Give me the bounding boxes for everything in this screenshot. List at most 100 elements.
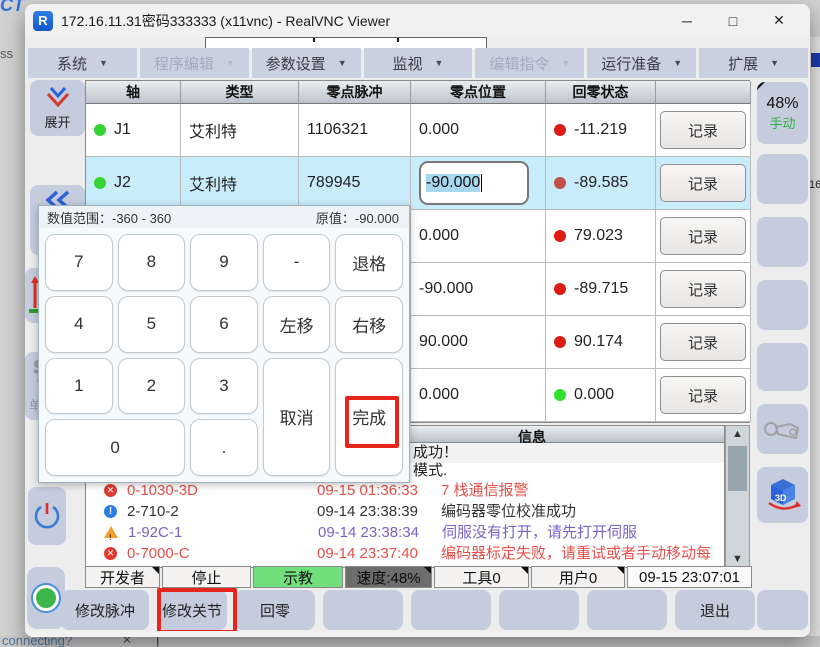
key-3[interactable]: 3 (190, 358, 258, 415)
key-9[interactable]: 9 (190, 234, 258, 291)
joystick-button[interactable] (757, 404, 808, 454)
cancel-button[interactable]: 取消 (263, 358, 331, 477)
empty-button[interactable] (757, 590, 808, 630)
scrollbar-thumb[interactable] (728, 446, 747, 491)
speed-mode-button[interactable]: 48% 手动 (757, 82, 808, 144)
record-button[interactable]: 记录 (660, 270, 746, 308)
menu-item-parameter-settings[interactable]: 参数设置▼ (252, 48, 361, 78)
log-entry[interactable]: ! 2-710-2 09-14 23:38:39 编码器零位校准成功 (86, 501, 724, 522)
chevron-down-icon: ▼ (673, 58, 682, 68)
pulse-cell[interactable]: 789945 (299, 157, 411, 210)
error-icon: ✕ (104, 547, 117, 560)
menu-item-extend[interactable]: 扩展▼ (699, 48, 808, 78)
view-3d-button[interactable]: 3D (757, 467, 808, 523)
maximize-button[interactable]: □ (710, 13, 756, 29)
double-chevron-down-icon (43, 86, 73, 108)
menu-label: 扩展 (728, 53, 758, 74)
key-move-right[interactable]: 右移 (335, 296, 403, 353)
info-scrollbar[interactable]: ▲ ▼ (725, 425, 750, 568)
key-5[interactable]: 5 (118, 296, 186, 353)
power-button[interactable] (28, 487, 66, 545)
scroll-down-icon[interactable]: ▼ (726, 553, 749, 565)
tick-mark (397, 38, 399, 42)
home-status-value: 79.023 (574, 227, 623, 245)
zero-position-cell[interactable]: 0.000 (411, 210, 546, 263)
remote-screen: 系统▼ 程序编辑▼ 参数设置▼ 监视▼ 编辑指令▼ 运行准备▼ 扩展▼ 展开 (25, 37, 810, 631)
log-entry[interactable]: 1-92C-1 09-14 23:38:34 伺服没有打开，请先打开伺服 (86, 522, 724, 543)
menu-item-monitor[interactable]: 监视▼ (364, 48, 473, 78)
exit-button[interactable]: 退出 (675, 590, 755, 630)
home-status-value: 90.174 (574, 333, 623, 351)
record-button[interactable]: 记录 (660, 164, 746, 202)
home-status-cell: 79.023 (546, 210, 656, 263)
key-0[interactable]: 0 (45, 419, 185, 476)
zero-position-cell[interactable]: 0.000 (411, 369, 546, 422)
status-stop[interactable]: 停止 (162, 566, 251, 588)
key-1[interactable]: 1 (45, 358, 113, 415)
log-entry[interactable]: ✕ 0-7000-C 09-14 23:37:40 编码器标定失败，请重试或者手… (86, 543, 724, 568)
record-cell: 记录 (656, 316, 751, 369)
vnc-window: R 172.16.11.31密码333333 (x11vnc) - RealVN… (25, 4, 810, 637)
key-8[interactable]: 8 (118, 234, 186, 291)
key-dot[interactable]: . (190, 419, 258, 476)
empty-side-button[interactable] (757, 217, 808, 267)
empty-button[interactable] (323, 590, 403, 630)
log-time: 09-14 23:38:39 (317, 501, 427, 522)
deadman-switch-button[interactable] (27, 567, 65, 629)
type-cell[interactable]: 艾利特 (181, 157, 299, 210)
key-7[interactable]: 7 (45, 234, 113, 291)
menu-item-run-prepare[interactable]: 运行准备▼ (587, 48, 696, 78)
record-button[interactable]: 记录 (660, 217, 746, 255)
key-minus[interactable]: - (263, 234, 331, 291)
axis-cell[interactable]: J2 (86, 157, 181, 210)
empty-side-button[interactable] (757, 154, 808, 204)
background-logo-fragment: CT (0, 0, 24, 16)
titlebar[interactable]: R 172.16.11.31密码333333 (x11vnc) - RealVN… (25, 4, 810, 37)
status-tool[interactable]: 工具0 (434, 566, 529, 588)
type-cell[interactable]: 艾利特 (181, 104, 299, 157)
menu-item-edit-command: 编辑指令▼ (475, 48, 584, 78)
menu-item-system[interactable]: 系统▼ (28, 48, 137, 78)
key-6[interactable]: 6 (190, 296, 258, 353)
zero-position-input[interactable]: -90.000 (419, 161, 529, 205)
pulse-cell[interactable]: 1106321 (299, 104, 411, 157)
scroll-up-icon[interactable]: ▲ (726, 428, 749, 440)
status-user[interactable]: 用户0 (531, 566, 625, 588)
selected-text: -90.000 (426, 174, 480, 192)
home-status-value: 0.000 (574, 386, 614, 404)
log-text: 编码器标定失败，请重试或者手动移动每个轴完成标定 (441, 543, 724, 568)
log-entry[interactable]: ✕ 0-1030-3D 09-15 01:36:33 7 栈通信报警 (86, 480, 724, 501)
home-button[interactable]: 回零 (235, 590, 315, 630)
log-code: 0-7000-C (127, 543, 317, 564)
power-icon (32, 501, 62, 531)
axis-cell[interactable]: J1 (86, 104, 181, 157)
column-header-type: 类型 (181, 81, 299, 104)
close-button[interactable]: ✕ (756, 12, 802, 29)
key-2[interactable]: 2 (118, 358, 186, 415)
key-4[interactable]: 4 (45, 296, 113, 353)
status-speed[interactable]: 速度:48% (345, 566, 432, 588)
zero-position-cell[interactable]: 90.000 (411, 316, 546, 369)
key-backspace[interactable]: 退格 (335, 234, 403, 291)
status-developer[interactable]: 开发者 (85, 566, 160, 588)
zero-position-cell[interactable]: 0.000 (411, 104, 546, 157)
log-text: 7 栈通信报警 (441, 480, 724, 501)
empty-button[interactable] (587, 590, 667, 630)
empty-side-button[interactable] (757, 343, 808, 391)
home-status-value: -11.219 (574, 121, 627, 139)
record-button[interactable]: 记录 (660, 376, 746, 414)
empty-side-button[interactable] (757, 280, 808, 330)
record-button[interactable]: 记录 (660, 111, 746, 149)
home-status-dot (554, 177, 566, 189)
value-range-label: 数值范围：-360 - 360 (47, 208, 171, 227)
empty-button[interactable] (411, 590, 491, 630)
zero-position-cell[interactable]: -90.000 (411, 263, 546, 316)
minimize-button[interactable]: ─ (664, 13, 710, 29)
expand-button[interactable]: 展开 (30, 80, 85, 136)
modify-pulse-button[interactable]: 修改脉冲 (61, 590, 149, 630)
home-status-dot (554, 230, 566, 242)
record-button[interactable]: 记录 (660, 323, 746, 361)
empty-button[interactable] (499, 590, 579, 630)
record-cell: 记录 (656, 157, 751, 210)
key-move-left[interactable]: 左移 (263, 296, 331, 353)
